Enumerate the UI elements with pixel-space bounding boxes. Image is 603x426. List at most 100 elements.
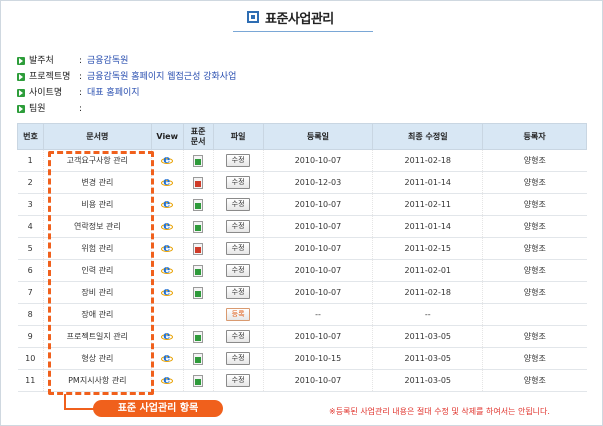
edit-button[interactable]: 수정	[226, 220, 251, 233]
info-value: 금융감독원	[87, 56, 129, 66]
header-doc-name: 문서명	[42, 123, 152, 150]
header-registered-date: 등록일	[262, 123, 374, 150]
excel-file-icon[interactable]	[193, 352, 204, 365]
page-title: 표준사업관리	[265, 11, 334, 27]
edit-button[interactable]: 수정	[226, 330, 251, 343]
cell-no: 4	[17, 215, 44, 238]
cell-registrant: 양형조	[482, 347, 587, 370]
register-button[interactable]: 등록	[226, 308, 251, 321]
title-underline	[233, 31, 373, 32]
cell-doc-name: PM지시사항 관리	[42, 369, 152, 392]
ie-view-icon[interactable]: e	[161, 263, 174, 277]
cell-view: e	[150, 237, 184, 260]
cell-view: e	[150, 347, 184, 370]
title-square-icon	[247, 11, 259, 23]
cell-registered-date: 2010-10-07	[262, 193, 373, 216]
cell-file: 수정	[212, 193, 264, 216]
cell-registrant: 양형조	[482, 193, 587, 216]
ie-view-icon[interactable]: e	[161, 219, 174, 233]
ie-view-icon[interactable]: e	[161, 329, 174, 343]
cell-file: 수정	[212, 369, 264, 392]
cell-standard-doc	[182, 171, 214, 194]
cell-doc-name: 장애 관리	[42, 303, 152, 326]
arrow-bullet-icon	[17, 57, 25, 65]
cell-standard-doc	[182, 369, 214, 392]
cell-modified-date: 2011-01-14	[372, 171, 483, 194]
cell-file: 수정	[212, 215, 264, 238]
info-label: 프로젝트명	[29, 72, 71, 82]
table-row: 1 고객요구사항 관리 e 수정 2010-10-07 2011-02-18 양형조	[17, 149, 587, 172]
table-row: 11 PM지시사항 관리 e 수정 2010-10-07 2011-03-05 양형조	[17, 369, 587, 392]
cell-doc-name: 장비 관리	[42, 281, 152, 304]
info-row: 팀원:	[17, 101, 236, 117]
cell-modified-date: 2011-02-01	[372, 259, 483, 282]
ie-view-icon[interactable]: e	[161, 175, 174, 189]
ie-view-icon[interactable]: e	[161, 351, 174, 365]
table-row: 4 연락정보 관리 e 수정 2010-10-07 2011-01-14 양형조	[17, 215, 587, 238]
header-modified-date: 최종 수정일	[372, 123, 484, 150]
edit-button[interactable]: 수정	[226, 176, 251, 189]
ie-view-icon[interactable]: e	[161, 373, 174, 387]
header-view: View	[150, 123, 184, 150]
cell-no: 1	[17, 149, 44, 172]
header-standard-doc: 표준 문서	[182, 123, 214, 150]
cell-registrant: 양형조	[482, 281, 587, 304]
edit-button[interactable]: 수정	[226, 198, 251, 211]
cell-view: e	[150, 259, 184, 282]
edit-button[interactable]: 수정	[226, 154, 251, 167]
cell-modified-date: 2011-02-11	[372, 193, 483, 216]
cell-view: e	[150, 215, 184, 238]
info-row: 프로젝트명: 금융감독원 홈페이지 웹접근성 강화사업	[17, 69, 236, 85]
cell-file: 수정	[212, 171, 264, 194]
cell-modified-date: 2011-01-14	[372, 215, 483, 238]
excel-file-icon[interactable]	[193, 220, 204, 233]
cell-standard-doc	[182, 149, 214, 172]
cell-no: 5	[17, 237, 44, 260]
cell-no: 11	[17, 369, 44, 392]
header-no: 번호	[17, 123, 44, 150]
edit-button[interactable]: 수정	[226, 286, 251, 299]
excel-file-icon[interactable]	[193, 374, 204, 387]
excel-file-icon[interactable]	[193, 264, 204, 277]
cell-standard-doc	[182, 347, 214, 370]
arrow-bullet-icon	[17, 73, 25, 81]
cell-view: e	[150, 281, 184, 304]
cell-doc-name: 인력 관리	[42, 259, 152, 282]
ie-view-icon[interactable]: e	[161, 285, 174, 299]
excel-file-icon[interactable]	[193, 154, 204, 167]
cell-no: 8	[17, 303, 44, 326]
cell-modified-date: 2011-03-05	[372, 369, 483, 392]
ppt-file-icon[interactable]	[193, 242, 204, 255]
edit-button[interactable]: 수정	[226, 242, 251, 255]
cell-registrant: 양형조	[482, 259, 587, 282]
cell-file: 수정	[212, 237, 264, 260]
arrow-bullet-icon	[17, 89, 25, 97]
project-info: 발주처: 금융감독원 프로젝트명: 금융감독원 홈페이지 웹접근성 강화사업 사이트명:…	[17, 53, 236, 117]
table-row: 5 위험 관리 e 수정 2010-10-07 2011-02-15 양형조	[17, 237, 587, 260]
info-value: 금융감독원 홈페이지 웹접근성 강화사업	[87, 72, 237, 82]
header-registrant: 등록자	[482, 123, 587, 150]
cell-view	[150, 303, 184, 326]
edit-button[interactable]: 수정	[226, 264, 251, 277]
callout-connector-horizontal	[64, 408, 94, 410]
cell-view: e	[150, 193, 184, 216]
ie-view-icon[interactable]: e	[161, 153, 174, 167]
ppt-file-icon[interactable]	[193, 176, 204, 189]
table-row: 2 변경 관리 e 수정 2010-12-03 2011-01-14 양형조	[17, 171, 587, 194]
cell-registered-date: 2010-10-07	[262, 369, 373, 392]
info-colon: :	[79, 104, 83, 114]
cell-registered-date: 2010-10-07	[262, 215, 373, 238]
cell-registrant: 양형조	[482, 171, 587, 194]
cell-registrant: 양형조	[482, 237, 587, 260]
excel-file-icon[interactable]	[193, 330, 204, 343]
cell-view: e	[150, 171, 184, 194]
cell-no: 7	[17, 281, 44, 304]
cell-registered-date: --	[262, 303, 373, 326]
edit-button[interactable]: 수정	[226, 352, 251, 365]
edit-button[interactable]: 수정	[226, 374, 251, 387]
ie-view-icon[interactable]: e	[161, 241, 174, 255]
ie-view-icon[interactable]: e	[161, 197, 174, 211]
cell-file: 수정	[212, 281, 264, 304]
excel-file-icon[interactable]	[193, 198, 204, 211]
excel-file-icon[interactable]	[193, 286, 204, 299]
